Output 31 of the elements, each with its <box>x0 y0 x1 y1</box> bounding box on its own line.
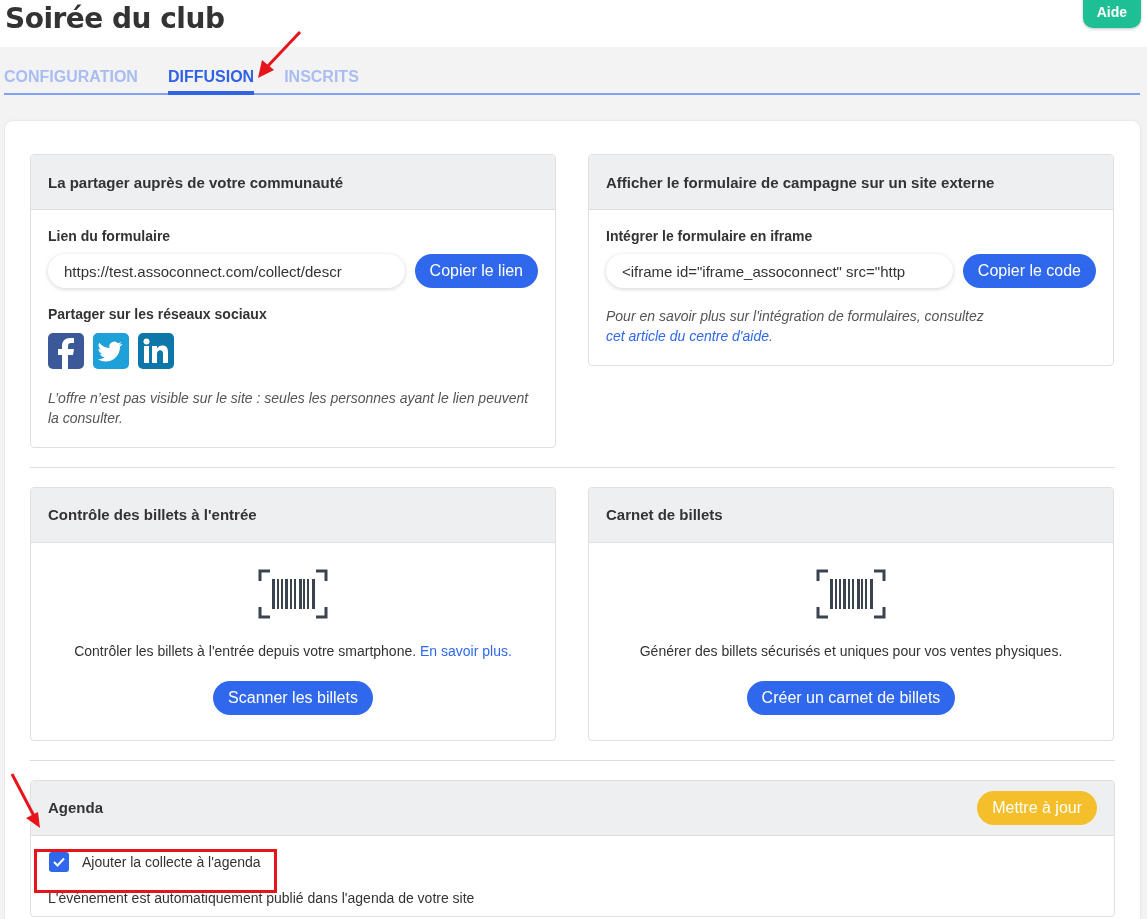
page-title: Soirée du club <box>5 2 225 36</box>
field-label: Intégrer le formulaire en iframe <box>606 228 814 244</box>
panel-description: Contrôler les billets à l'entrée depuis votre smartphone. En savoir plus. <box>74 642 512 659</box>
panel-description: Générer des billets sécurisés et uniques pour vos ventes physiques. <box>639 642 1063 659</box>
visibility-note: L’offre n’est pas visible sur le site : seules les personnes ayant le lien peuvent la consulter. <box>48 389 530 429</box>
barcode-icon <box>816 568 886 619</box>
facebook-icon[interactable] <box>48 333 84 369</box>
copy-code-button[interactable]: Copier le code <box>962 254 1096 288</box>
check-icon <box>53 856 65 867</box>
ticket-action-button[interactable]: Scanner les billets <box>213 680 373 715</box>
help-note: Pour en savoir plus sur l'intégration de formulaires, consultez cet article du centre d'aide. <box>606 307 985 347</box>
linkedin-icon[interactable] <box>138 333 174 369</box>
twitter-icon[interactable] <box>93 333 129 369</box>
checkbox-label: Ajouter la collecte à l'agenda <box>82 853 261 870</box>
field-label: Lien du formulaire <box>48 228 172 244</box>
tab[interactable]: DIFFUSION <box>167 68 255 95</box>
barcode-icon <box>258 568 328 619</box>
panel-title: Carnet de billets <box>606 506 723 524</box>
learn-more-link[interactable]: En savoir plus. <box>420 642 512 659</box>
panel-title: Agenda <box>48 799 103 817</box>
ticket-action-button[interactable]: Créer un carnet de billets <box>746 680 956 715</box>
panel-title: La partager auprès de votre communauté <box>48 173 344 191</box>
section-label: Partager sur les réseaux sociaux <box>48 306 268 322</box>
agenda-description: L'événement est automatiquement publié dans l'agenda de votre site <box>48 889 476 906</box>
help-article-link[interactable]: cet article du centre d'aide. <box>606 328 773 345</box>
link-field[interactable]: https://test.assoconnect.com/collect/descr <box>48 254 405 288</box>
checkbox[interactable] <box>49 851 69 872</box>
iframe-code-field[interactable]: <iframe id="iframe_assoconnect" src="http <box>606 254 953 288</box>
panel-title: Afficher le formulaire de campagne sur un site externe <box>606 173 995 191</box>
panel-title: Contrôle des billets à l'entrée <box>48 506 257 524</box>
copy-link-button[interactable]: Copier le lien <box>414 254 538 288</box>
